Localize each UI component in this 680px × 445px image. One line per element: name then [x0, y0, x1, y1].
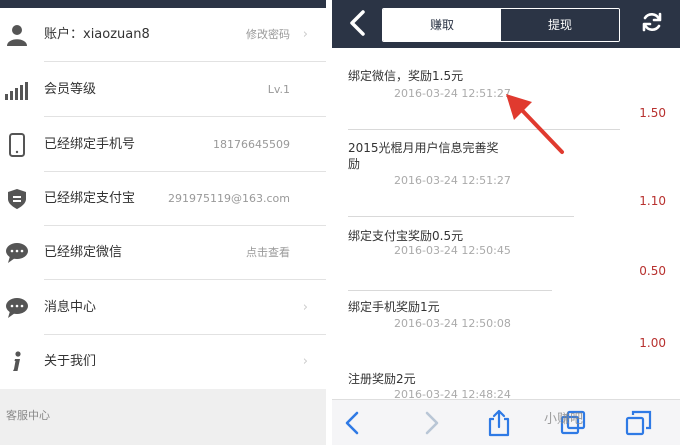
- chevron-right-icon: ›: [302, 27, 308, 42]
- phone-label: 已经绑定手机号: [44, 137, 136, 152]
- share-icon[interactable]: [484, 408, 514, 438]
- divider: [348, 129, 620, 130]
- divider: [348, 216, 574, 217]
- customer-service-label: 客服中心: [6, 409, 50, 422]
- annotation-arrow-icon: [506, 94, 564, 154]
- earnings-panel: 赚取 提现 绑定微信，奖励1.5元 2016-03-24 12:51:27 1.…: [332, 0, 680, 445]
- message-icon: [6, 298, 28, 318]
- entry-amount: 1.10: [639, 194, 666, 208]
- divider: [44, 279, 326, 280]
- change-password-link[interactable]: 修改密码: [246, 8, 290, 62]
- user-icon: [7, 25, 27, 46]
- wechat-label: 已经绑定微信: [44, 245, 123, 260]
- chevron-left-icon[interactable]: [338, 408, 368, 438]
- phone-value: 18176645509: [213, 138, 290, 151]
- entry-title: 2015光棍月用户信息完善奖励: [348, 141, 499, 171]
- left-status-strip: [0, 0, 326, 8]
- entry-title: 注册奖励2元: [348, 372, 416, 386]
- message-center-label: 消息中心: [44, 300, 97, 315]
- about-us-label: 关于我们: [44, 354, 97, 369]
- list-item[interactable]: 绑定手机奖励1元 2016-03-24 12:50:08 1.00: [332, 299, 680, 373]
- entry-date: 2016-03-24 12:51:27: [394, 87, 511, 100]
- entry-amount: 0.50: [639, 264, 666, 278]
- chat-bubble-icon: [6, 243, 28, 263]
- entry-amount: 1.00: [639, 336, 666, 350]
- wechat-row[interactable]: 已经绑定微信 点击查看: [0, 226, 326, 280]
- segmented-control: 赚取 提现: [382, 8, 620, 42]
- phone-row[interactable]: 已经绑定手机号 18176645509: [0, 118, 326, 172]
- account-label: 账户：xiaozuan8: [44, 27, 150, 42]
- entry-amount: 1.50: [639, 106, 666, 120]
- back-arrow-icon[interactable]: [344, 8, 372, 38]
- nav-bar: 赚取 提现: [332, 0, 680, 48]
- alipay-row[interactable]: 已经绑定支付宝 291975119@163.com: [0, 172, 326, 226]
- divider: [44, 61, 326, 62]
- divider: [348, 290, 552, 291]
- signal-bars-icon: [5, 82, 28, 100]
- divider: [44, 116, 326, 117]
- customer-service-section[interactable]: 客服中心: [0, 389, 326, 445]
- message-center-row[interactable]: 消息中心 ›: [0, 281, 326, 335]
- chevron-right-icon[interactable]: [416, 408, 446, 438]
- entry-date: 2016-03-24 12:50:45: [394, 244, 511, 257]
- entry-title: 绑定手机奖励1元: [348, 300, 440, 314]
- entry-title: 绑定微信，奖励1.5元: [348, 69, 464, 83]
- watermark: 小赚吧: [544, 412, 584, 427]
- alipay-label: 已经绑定支付宝: [44, 191, 136, 206]
- about-us-row[interactable]: 关于我们 ›: [0, 335, 326, 389]
- chevron-right-icon: ›: [302, 300, 308, 315]
- account-panel: 账户：xiaozuan8 修改密码 › 会员等级 Lv.1 已经绑定手机号 18…: [0, 0, 326, 445]
- tabs-icon[interactable]: [624, 408, 654, 438]
- info-icon: [13, 351, 21, 371]
- account-row[interactable]: 账户：xiaozuan8 修改密码 ›: [0, 8, 326, 62]
- view-wechat-link[interactable]: 点击查看: [246, 226, 290, 280]
- refresh-icon[interactable]: [640, 10, 664, 34]
- member-level-row[interactable]: 会员等级 Lv.1: [0, 63, 326, 117]
- tab-withdraw[interactable]: 提现: [501, 9, 619, 41]
- entry-date: 2016-03-24 12:50:08: [394, 317, 511, 330]
- entry-title: 绑定支付宝奖励0.5元: [348, 229, 464, 243]
- entry-date: 2016-03-24 12:51:27: [394, 174, 511, 187]
- chevron-right-icon: ›: [302, 354, 308, 369]
- member-level-value: Lv.1: [267, 83, 290, 96]
- alipay-value: 291975119@163.com: [168, 192, 290, 205]
- tab-earn[interactable]: 赚取: [383, 9, 501, 41]
- member-level-label: 会员等级: [44, 82, 97, 97]
- phone-icon: [9, 133, 25, 157]
- alipay-shield-icon: [8, 189, 26, 209]
- browser-toolbar: 小赚吧: [332, 399, 680, 445]
